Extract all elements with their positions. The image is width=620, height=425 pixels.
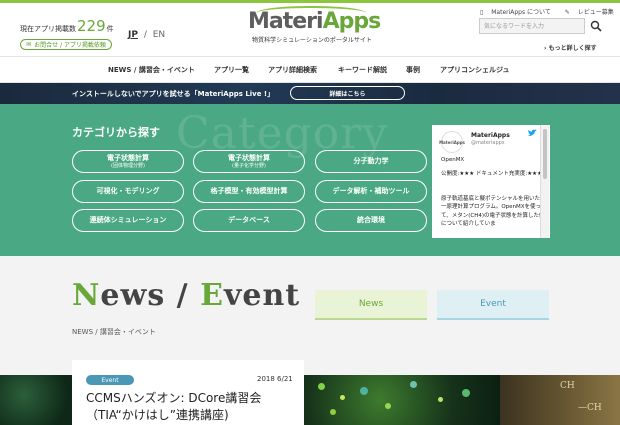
category-button-database[interactable]: データベース bbox=[193, 209, 305, 232]
news-card-title[interactable]: CCMSハンズオン: DCore講習会 （TIA“かけはし”連携講座) bbox=[86, 390, 301, 425]
twitter-name[interactable]: MateriApps bbox=[471, 132, 510, 139]
tab-news[interactable]: News bbox=[315, 290, 427, 320]
nav-item-app-list[interactable]: アプリ一覧 bbox=[214, 65, 249, 75]
advanced-search-link[interactable]: › もっと詳しく探す bbox=[544, 43, 597, 52]
lang-en-link[interactable]: EN bbox=[153, 30, 165, 40]
category-button-sub: (固体物理分野) bbox=[111, 162, 145, 169]
molecule-atom bbox=[462, 389, 470, 397]
app-count-number: 229 bbox=[77, 17, 106, 35]
molecule-formula-ch: CH bbox=[560, 381, 575, 391]
hero-left-image bbox=[0, 375, 80, 425]
tweet-line-app: OpenMX bbox=[441, 157, 465, 163]
twitter-scrollbar[interactable] bbox=[540, 125, 549, 238]
twitter-widget[interactable]: MateriApps MateriApps @materiapps OpenMX… bbox=[432, 125, 550, 238]
contact-button-label: お問合せ / アプリ掲載依頼 bbox=[34, 42, 106, 49]
logo-arc-decoration bbox=[256, 6, 366, 20]
category-button-quantum-chemistry[interactable]: 電子状態計算 (量子化学分野) bbox=[193, 150, 305, 173]
logo-tagline: 物質科学シミュレーションのポータルサイト bbox=[252, 37, 372, 44]
category-button-label: データ解析・補助ツール bbox=[332, 187, 410, 196]
nav-item-detail-search[interactable]: アプリ詳細検索 bbox=[268, 65, 317, 75]
twitter-bird-icon[interactable] bbox=[528, 129, 537, 137]
book-icon: ▯ bbox=[480, 9, 484, 16]
molecule-atom bbox=[438, 397, 443, 402]
app-count-block: 現在アプリ掲載数229件 ✉ お問合せ / アプリ掲載依頼 bbox=[20, 17, 114, 50]
category-button-label: 可視化・モデリング bbox=[96, 187, 160, 196]
category-button-lattice-model[interactable]: 格子模型・有効模型計算 bbox=[193, 180, 305, 203]
contact-button[interactable]: ✉ お問合せ / アプリ掲載依頼 bbox=[20, 39, 112, 50]
news-heading: News / Event bbox=[72, 278, 300, 313]
news-heading-ews: ews / bbox=[100, 278, 201, 313]
live-banner-text: インストールしないでアプリを試せる「MateriApps Live !」 bbox=[72, 90, 275, 98]
breadcrumb: NEWS / 講習会・イベント bbox=[72, 328, 156, 336]
category-button-label: 電子状態計算 bbox=[107, 154, 149, 163]
category-button-label: 電子状態計算 bbox=[228, 154, 270, 163]
news-heading-n: N bbox=[72, 278, 101, 313]
lang-jp-link[interactable]: JP bbox=[128, 30, 138, 40]
app-count-prefix: 現在アプリ掲載数 bbox=[20, 25, 76, 33]
category-button-label: 統合環境 bbox=[357, 216, 385, 225]
category-button-label: 分子動力学 bbox=[353, 157, 389, 166]
twitter-avatar[interactable]: MateriApps bbox=[439, 131, 465, 153]
chevron-right-icon: › bbox=[544, 45, 547, 52]
live-detail-button[interactable]: 詳細はこちら bbox=[290, 86, 405, 100]
site-logo[interactable]: MateriApps 物質科学シミュレーションのポータルサイト bbox=[248, 6, 381, 44]
category-button-label: データベース bbox=[228, 216, 270, 225]
language-switcher: JP / EN bbox=[128, 30, 165, 40]
about-link-label: MateriApps について bbox=[491, 9, 551, 16]
twitter-scrollbar-thumb[interactable] bbox=[543, 129, 547, 179]
pencil-icon: ✎ bbox=[564, 9, 570, 16]
twitter-handle[interactable]: @materiapps bbox=[471, 140, 504, 146]
tweet-line-body: 原子軌道基底と擬ポテンシャルを用いた第一原理計算プログラム。OpenMXを使って… bbox=[441, 196, 546, 227]
advanced-search-label: もっと詳しく探す bbox=[548, 45, 597, 52]
news-heading-vent: vent bbox=[223, 278, 301, 313]
category-button-molecular-dynamics[interactable]: 分子動力学 bbox=[315, 150, 427, 173]
app-count-suffix: 件 bbox=[106, 25, 114, 33]
molecule-atom bbox=[410, 381, 417, 388]
news-heading-e: E bbox=[200, 278, 224, 313]
hero-mid-image bbox=[300, 375, 500, 425]
molecule-atom bbox=[330, 409, 336, 415]
review-link-label: レビュー募集 bbox=[577, 9, 614, 16]
category-button-continuum[interactable]: 連続体シミュレーション bbox=[72, 209, 184, 232]
category-button-label: 格子模型・有効模型計算 bbox=[210, 187, 288, 196]
nav-item-keywords[interactable]: キーワード解説 bbox=[338, 65, 387, 75]
nav-item-concierge[interactable]: アプリコンシェルジュ bbox=[440, 65, 510, 75]
logo-wordmark: MateriApps bbox=[248, 6, 381, 34]
molecule-atom bbox=[340, 395, 345, 400]
about-link[interactable]: ▯ MateriApps について bbox=[480, 9, 557, 16]
category-button-sub: (量子化学分野) bbox=[232, 162, 266, 169]
category-button-visualization[interactable]: 可視化・モデリング bbox=[72, 180, 184, 203]
molecule-atom bbox=[360, 387, 368, 395]
mail-icon: ✉ bbox=[26, 41, 32, 48]
lang-separator: / bbox=[143, 30, 147, 40]
top-links: ▯ MateriApps について ✎ レビュー募集 bbox=[480, 7, 620, 16]
nav-item-cases[interactable]: 事例 bbox=[406, 65, 420, 75]
app-count: 現在アプリ掲載数229件 bbox=[20, 17, 114, 35]
search-icon[interactable] bbox=[590, 20, 602, 32]
category-button-label: 連続体シミュレーション bbox=[89, 216, 167, 225]
molecule-formula-bond: —CH bbox=[578, 403, 602, 413]
molecule-atom bbox=[318, 383, 325, 390]
tab-event[interactable]: Event bbox=[437, 290, 549, 320]
category-button-solid-state[interactable]: 電子状態計算 (固体物理分野) bbox=[72, 150, 184, 173]
site-header: 現在アプリ掲載数229件 ✉ お問合せ / アプリ掲載依頼 JP / EN Mat… bbox=[0, 3, 620, 56]
category-button-integrated-env[interactable]: 統合環境 bbox=[315, 209, 427, 232]
molecule-atom bbox=[385, 403, 391, 409]
nav-item-news[interactable]: NEWS / 講習会・イベント bbox=[108, 65, 195, 75]
event-badge: Event bbox=[86, 375, 134, 385]
category-button-data-analysis[interactable]: データ解析・補助ツール bbox=[315, 180, 427, 203]
review-link[interactable]: ✎ レビュー募集 bbox=[565, 9, 620, 16]
live-banner: インストールしないでアプリを試せる「MateriApps Live !」 詳細は… bbox=[0, 83, 620, 104]
news-card[interactable]: Event 2018 6/21 CCMSハンズオン: DCore講習会 （TIA… bbox=[72, 360, 304, 425]
tweet-line-rating: 公開度:★★★ ドキュメント充実度:★★★ bbox=[441, 171, 543, 177]
news-section: News / Event NEWS / 講習会・イベント News Event bbox=[0, 256, 620, 375]
main-nav: NEWS / 講習会・イベント アプリ一覧 アプリ詳細検索 キーワード解説 事例… bbox=[0, 56, 620, 83]
news-card-date: 2018 6/21 bbox=[257, 375, 293, 383]
search-input[interactable] bbox=[479, 18, 585, 34]
category-title: カテゴリから探す bbox=[72, 126, 160, 139]
